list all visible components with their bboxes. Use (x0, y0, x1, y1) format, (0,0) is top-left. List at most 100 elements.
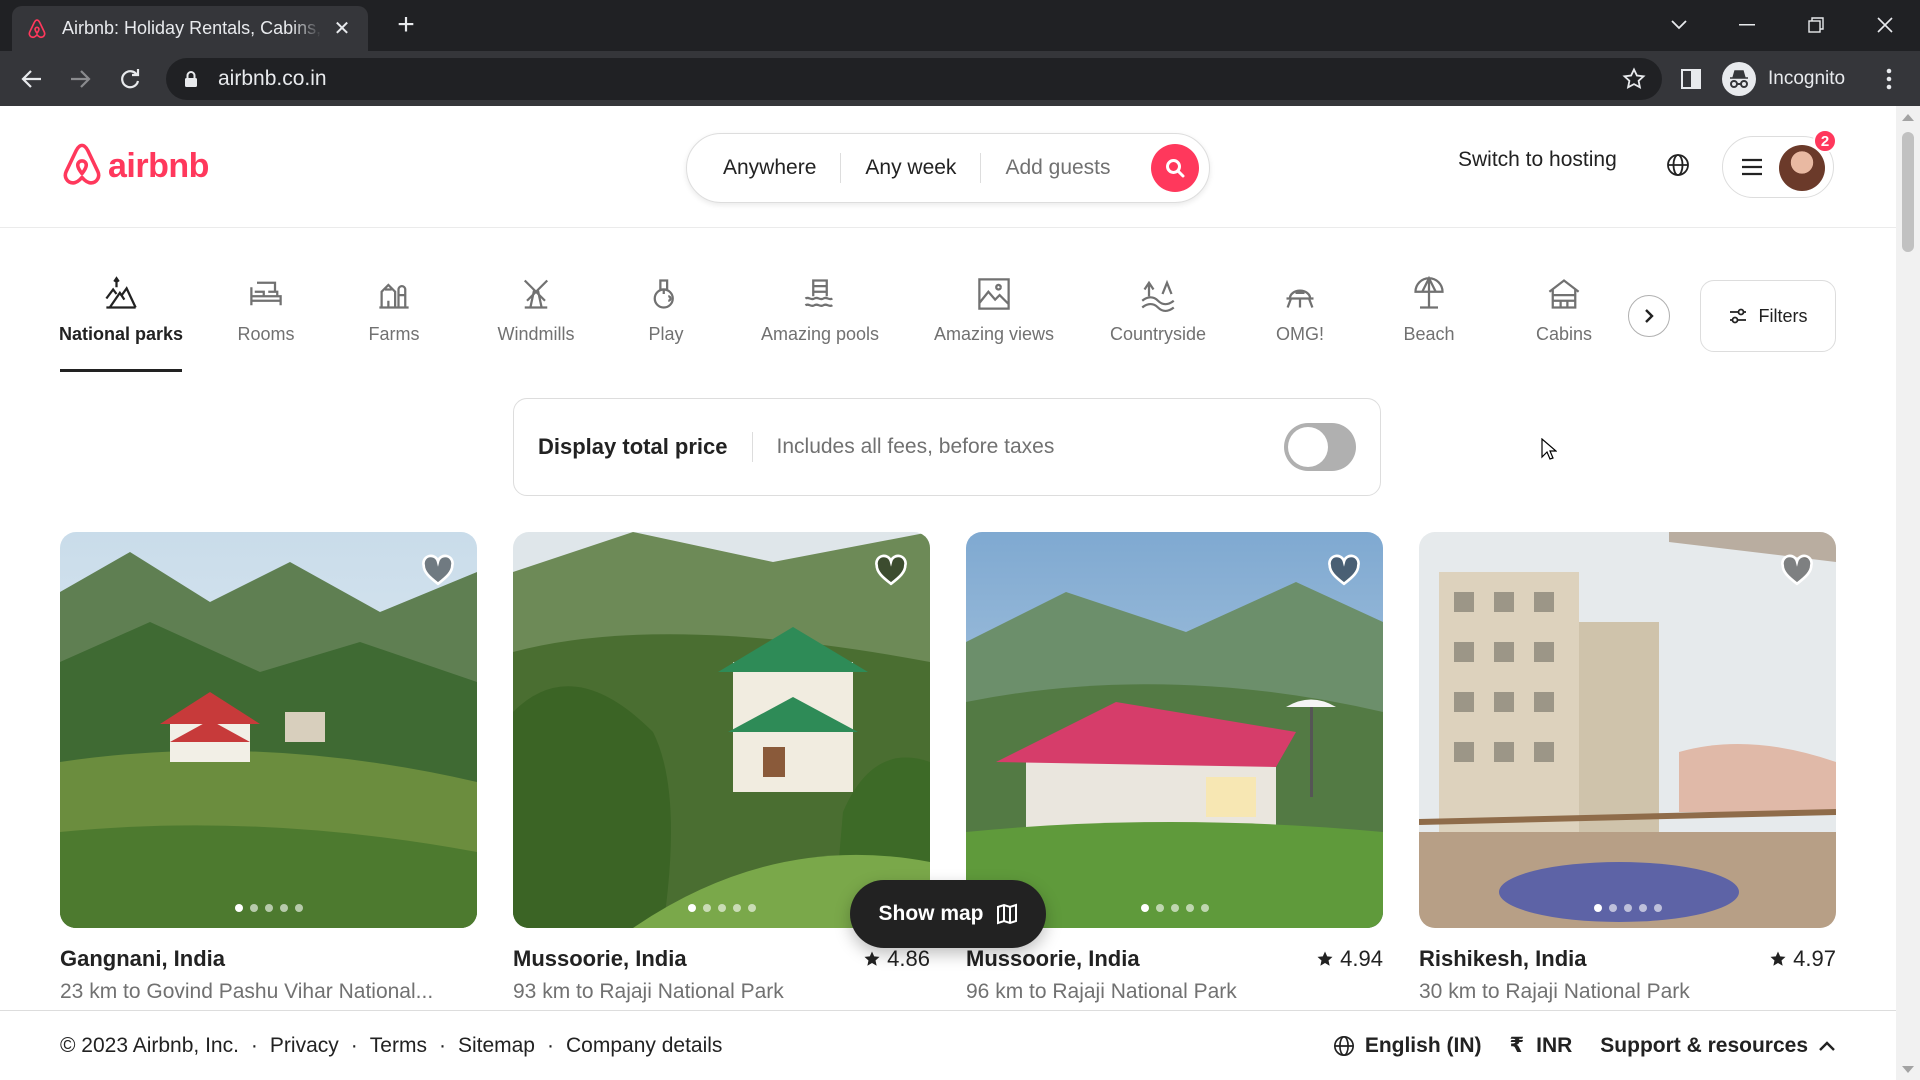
footer-link-terms[interactable]: Terms (370, 1034, 427, 1058)
search-anywhere[interactable]: Anywhere (699, 153, 840, 183)
incognito-profile[interactable]: Incognito (1722, 60, 1845, 98)
category-label: Cabins (1535, 324, 1593, 344)
category-scroll-next-button[interactable] (1628, 295, 1670, 337)
scrollbar-thumb[interactable] (1902, 132, 1914, 252)
category-cabins[interactable]: Cabins (1534, 276, 1594, 372)
browser-menu-icon[interactable] (1874, 64, 1904, 94)
listing-subtitle: 96 km to Rajaji National Park (966, 980, 1237, 1003)
rating-value: 4.86 (887, 946, 930, 971)
footer-language-label: English (IN) (1364, 1033, 1482, 1057)
scroll-up-arrow[interactable] (1902, 114, 1914, 121)
category-beach[interactable]: Beach (1403, 276, 1455, 372)
search-button[interactable] (1151, 144, 1199, 192)
search-add-guests[interactable]: Add guests (981, 153, 1134, 183)
tab-close-icon[interactable]: ✕ (330, 16, 354, 41)
listing-title: Gangnani, India (60, 946, 226, 971)
heart-icon[interactable] (1327, 554, 1361, 588)
footer-link-company-details[interactable]: Company details (566, 1034, 722, 1058)
globe-icon (1333, 1035, 1354, 1056)
mouse-cursor-icon (1541, 438, 1557, 460)
browser-tab[interactable]: Airbnb: Holiday Rentals, Cabins, Beach H… (12, 6, 368, 51)
restore-icon[interactable] (1798, 10, 1834, 40)
photo-carousel-dots (1419, 904, 1836, 912)
filters-label: Filters (1758, 305, 1808, 326)
listing-photo[interactable] (60, 532, 477, 928)
footer-link-sitemap[interactable]: Sitemap (458, 1034, 535, 1058)
listing-subtitle: 93 km to Rajaji National Park (513, 980, 784, 1003)
footer-support-button[interactable]: Support & resources (1600, 1034, 1836, 1058)
category-label: Beach (1403, 324, 1455, 344)
category-label: Amazing views (933, 324, 1055, 344)
reload-icon[interactable] (114, 63, 146, 95)
switch-to-hosting-link[interactable]: Switch to hosting (1442, 136, 1633, 184)
photo-carousel-dots (60, 904, 477, 912)
listing-title: Mussoorie, India (966, 946, 1140, 971)
category-omg[interactable]: OMG! (1274, 276, 1326, 372)
listing-card[interactable]: Rishikesh, India 4.97 30 km to Rajaji Na… (1419, 532, 1836, 1004)
minimize-icon[interactable] (1729, 10, 1765, 40)
bookmark-star-icon[interactable] (1622, 67, 1646, 91)
forward-icon[interactable] (64, 63, 96, 95)
browser-toolbar: airbnb.co.in Incognito (0, 51, 1920, 106)
cabins-icon (1548, 279, 1580, 309)
category-label: Rooms (237, 324, 295, 344)
heart-icon[interactable] (421, 554, 455, 588)
category-windmills[interactable]: Windmills (494, 276, 578, 372)
listing-photo[interactable] (966, 532, 1383, 928)
national-parks-icon (105, 276, 137, 309)
search-any-week[interactable]: Any week (841, 153, 980, 183)
page-scrollbar[interactable] (1896, 106, 1920, 1080)
filters-button[interactable]: Filters (1700, 280, 1836, 352)
avatar (1779, 145, 1825, 191)
amazing-pools-icon (804, 279, 833, 308)
search-icon (1166, 159, 1185, 178)
listing-photo[interactable] (513, 532, 930, 928)
total-price-toggle[interactable] (1284, 423, 1356, 471)
beach-icon (1414, 276, 1444, 309)
scroll-down-arrow[interactable] (1902, 1066, 1914, 1073)
search-bar[interactable]: Anywhere Any week Add guests (686, 133, 1210, 203)
category-amazing-views[interactable]: Amazing views (930, 276, 1058, 372)
logo-wordmark: airbnb (108, 146, 209, 185)
listing-title: Mussoorie, India (513, 946, 687, 971)
back-icon[interactable] (16, 63, 48, 95)
category-farms[interactable]: Farms (366, 276, 422, 372)
category-bar: National parks Rooms Farms Windmills Pla… (59, 276, 1640, 376)
footer-separator: · (438, 1033, 446, 1057)
close-window-icon[interactable] (1867, 10, 1903, 40)
listing-image (1419, 532, 1836, 928)
listing-card[interactable]: Gangnani, India 23 km to Govind Pashu Vi… (60, 532, 477, 1004)
category-play[interactable]: Play (646, 276, 686, 372)
filters-icon (1729, 308, 1746, 324)
windmills-icon (523, 279, 549, 309)
star-icon (1317, 951, 1333, 966)
category-national-parks[interactable]: National parks (59, 276, 183, 372)
heart-icon[interactable] (874, 554, 908, 588)
listing-image (60, 532, 477, 928)
footer-link-privacy[interactable]: Privacy (270, 1034, 339, 1058)
category-rooms[interactable]: Rooms (234, 276, 298, 372)
category-label: Countryside (1109, 324, 1207, 344)
footer-currency-button[interactable]: ₹ INR (1509, 1033, 1572, 1058)
show-map-button[interactable]: Show map (850, 880, 1046, 948)
airbnb-logo[interactable]: airbnb (60, 142, 209, 190)
farms-icon (379, 283, 409, 309)
listing-rating: 4.97 (1769, 946, 1836, 972)
heart-icon[interactable] (1780, 554, 1814, 588)
listing-rating: 4.94 (1316, 946, 1383, 972)
category-label: Play (648, 324, 684, 344)
listing-photo[interactable] (1419, 532, 1836, 928)
address-bar[interactable]: airbnb.co.in (166, 58, 1662, 100)
side-panel-icon[interactable] (1676, 64, 1706, 94)
language-globe-icon[interactable] (1656, 143, 1700, 187)
listing-subtitle: 23 km to Govind Pashu Vihar National... (60, 980, 434, 1003)
category-label: Farms (368, 324, 420, 344)
user-menu-button[interactable]: 2 (1722, 129, 1837, 198)
new-tab-icon[interactable]: + (390, 10, 422, 42)
category-countryside[interactable]: Countryside (1105, 276, 1211, 372)
display-total-price-bar: Display total price Includes all fees, b… (513, 398, 1381, 496)
tab-search-icon[interactable] (1661, 10, 1697, 40)
category-amazing-pools[interactable]: Amazing pools (757, 276, 883, 372)
footer-language-button[interactable]: English (IN) (1333, 1033, 1482, 1058)
countryside-icon (1141, 279, 1175, 312)
